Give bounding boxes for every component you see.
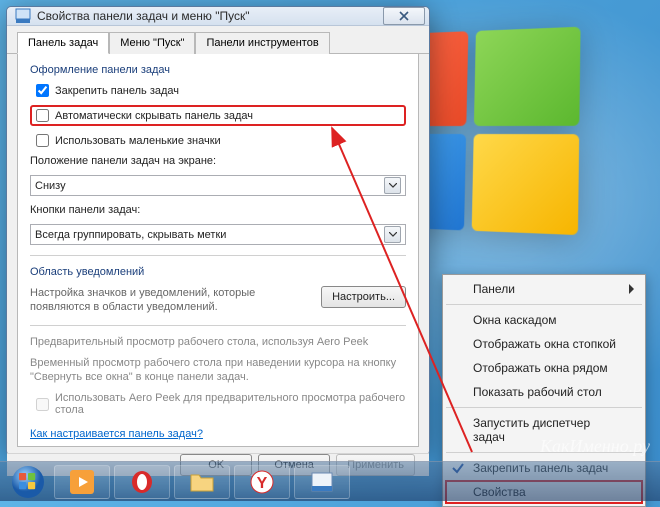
chevron-down-icon [384,177,401,194]
checkbox-small-icons[interactable]: Использовать маленькие значки [30,134,406,147]
tab-label: Панели инструментов [206,37,318,49]
tab-taskbar[interactable]: Панель задач [17,32,109,54]
titlebar-text: Свойства панели задач и меню "Пуск" [37,9,383,23]
checkbox-input[interactable] [36,134,49,147]
group-design-label: Оформление панели задач [30,64,406,76]
checkbox-label: Автоматически скрывать панель задач [55,110,253,122]
taskbar-app-media-player[interactable] [54,465,110,499]
taskbar-app-explorer[interactable] [174,465,230,499]
media-player-icon [70,470,94,494]
checkbox-input[interactable] [36,109,49,122]
customize-button[interactable]: Настроить... [321,286,406,308]
taskbar-app-properties-window[interactable] [294,465,350,499]
checkbox-input[interactable] [36,84,49,97]
ctx-stack[interactable]: Отображать окна стопкой [445,332,643,356]
chevron-right-icon [629,284,635,294]
close-button[interactable] [383,7,425,25]
taskbar-app-opera[interactable] [114,465,170,499]
checkbox-label: Закрепить панель задач [55,85,179,97]
ctx-panels[interactable]: Панели [445,277,643,301]
buttons-label: Кнопки панели задач: [30,204,406,216]
start-button[interactable] [6,464,50,500]
divider [30,325,406,326]
ctx-label: Окна каскадом [473,313,557,327]
svg-text:Y: Y [257,475,268,492]
aero-description: Временный просмотр рабочего стола при на… [30,356,406,385]
checkbox-input [36,398,49,411]
window-icon [311,472,333,492]
ctx-label: Показать рабочий стол [473,385,602,399]
group-notif-label: Область уведомлений [30,266,406,278]
tab-body: Оформление панели задач Закрепить панель… [17,54,419,447]
checkbox-lock-taskbar[interactable]: Закрепить панель задач [30,84,406,97]
tab-label: Меню "Пуск" [120,37,184,49]
ctx-label: Панели [473,282,515,296]
tab-strip: Панель задач Меню "Пуск" Панели инструме… [7,26,429,54]
taskbar-app-yandex[interactable]: Y [234,465,290,499]
combobox-value: Снизу [35,180,384,192]
tab-label: Панель задач [28,37,98,49]
ctx-label: Отображать окна рядом [473,361,608,375]
checkbox-auto-hide[interactable]: Автоматически скрывать панель задач [30,105,406,126]
close-icon [399,11,409,21]
notif-description: Настройка значков и уведомлений, которые… [30,286,311,315]
ctx-label: Отображать окна стопкой [473,337,616,351]
position-combobox[interactable]: Снизу [30,175,406,196]
group-aero-label: Предварительный просмотр рабочего стола,… [30,336,406,348]
ctx-side-by-side[interactable]: Отображать окна рядом [445,356,643,380]
chevron-down-icon [384,226,401,243]
windows-orb-icon [11,465,45,499]
ctx-cascade[interactable]: Окна каскадом [445,308,643,332]
checkbox-label: Использовать маленькие значки [55,135,221,147]
position-label: Положение панели задач на экране: [30,155,406,167]
ctx-show-desktop[interactable]: Показать рабочий стол [445,380,643,404]
tab-start-menu[interactable]: Меню "Пуск" [109,32,195,54]
divider [30,255,406,256]
help-link[interactable]: Как настраивается панель задач? [30,428,203,440]
taskbar-properties-dialog: Свойства панели задач и меню "Пуск" Пане… [6,6,430,456]
separator [446,407,642,408]
opera-icon [130,470,154,494]
yandex-icon: Y [250,470,274,494]
checkbox-label: Использовать Aero Peek для предварительн… [55,392,406,416]
combobox-value: Всегда группировать, скрывать метки [35,229,384,241]
tab-toolbars[interactable]: Панели инструментов [195,32,329,54]
separator [446,304,642,305]
titlebar[interactable]: Свойства панели задач и меню "Пуск" [7,7,429,26]
titlebar-icon [15,8,31,24]
taskbar[interactable]: Y [0,461,660,501]
watermark: КакИменно.ру [540,436,650,457]
buttons-combobox[interactable]: Всегда группировать, скрывать метки [30,224,406,245]
folder-icon [189,471,215,493]
checkbox-aero-peek: Использовать Aero Peek для предварительн… [30,392,406,416]
